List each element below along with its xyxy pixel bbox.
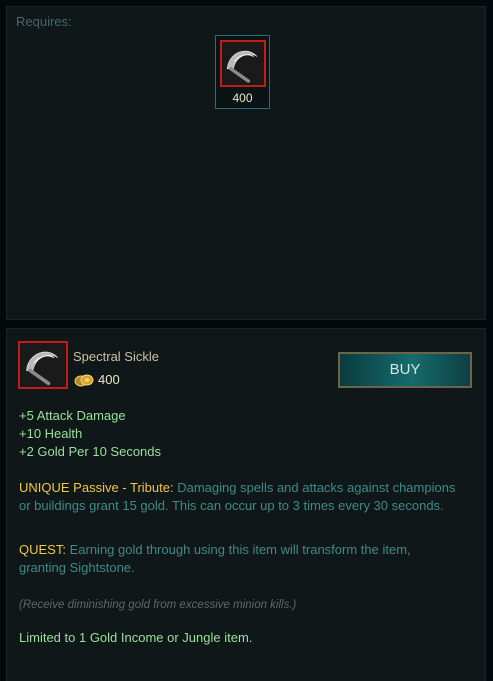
item-stats: +5 Attack Damage +10 Health +2 Gold Per … (19, 407, 161, 461)
unique-passive: UNIQUE Passive - Tribute: Damaging spell… (19, 479, 459, 515)
sickle-icon (220, 40, 266, 87)
requires-panel: Requires: 400 (6, 6, 486, 320)
quest-label: QUEST: (19, 542, 66, 557)
stat-line: +10 Health (19, 426, 83, 441)
item-note: (Receive diminishing gold from excessive… (19, 599, 297, 611)
sickle-icon (18, 341, 68, 389)
item-cost: 400 (98, 372, 120, 387)
unique-passive-label: UNIQUE Passive - Tribute: (19, 480, 174, 495)
required-item-slot[interactable]: 400 (215, 35, 270, 109)
item-info-panel: Spectral Sickle 400 BUY +5 Attack Damage… (6, 328, 486, 681)
quest-description: QUEST: Earning gold through using this i… (19, 541, 459, 577)
required-item-price: 400 (232, 91, 253, 105)
buy-button[interactable]: BUY (338, 352, 472, 388)
gold-coins-icon (74, 374, 94, 387)
item-limit: Limited to 1 Gold Income or Jungle item. (19, 630, 253, 645)
requires-label: Requires: (16, 14, 72, 29)
quest-text: Earning gold through using this item wil… (19, 542, 411, 575)
item-name: Spectral Sickle (73, 349, 159, 364)
stat-line: +5 Attack Damage (19, 408, 126, 423)
stat-line: +2 Gold Per 10 Seconds (19, 444, 162, 459)
